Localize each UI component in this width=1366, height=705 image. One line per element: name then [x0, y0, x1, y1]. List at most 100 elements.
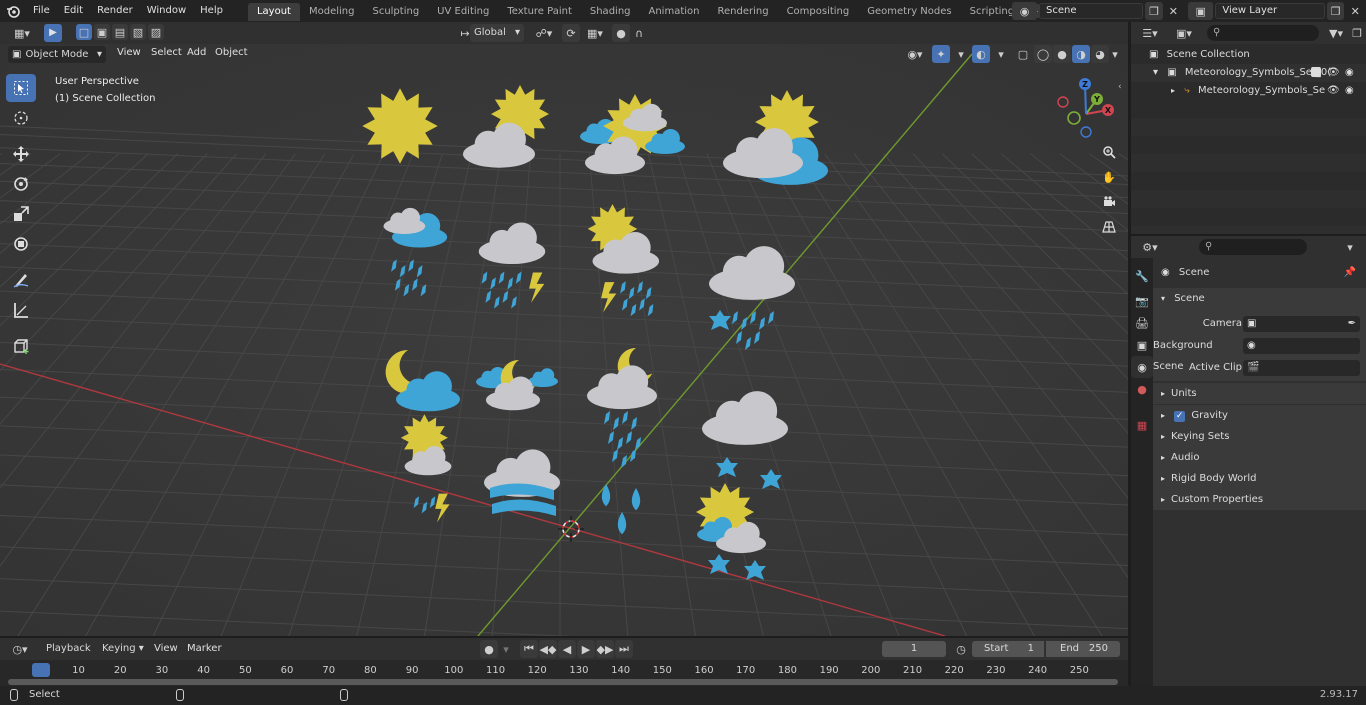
navigation-gizmo[interactable]: X Y Z	[1050, 72, 1122, 144]
prev-keyframe-icon[interactable]: ◀◆	[539, 640, 557, 658]
menu-file[interactable]: File	[26, 0, 57, 22]
preview-range-icon[interactable]: ◷	[952, 640, 970, 658]
measure-tool-icon[interactable]	[6, 296, 36, 324]
overlays-dropdown-icon[interactable]: ▾	[992, 45, 1010, 63]
display-mode-icon[interactable]: ▣▾	[1171, 24, 1197, 42]
select-extend-icon[interactable]: ▣	[94, 24, 110, 40]
viewport-menu-view[interactable]: View	[110, 43, 148, 63]
render-tab-icon[interactable]: 📷	[1131, 290, 1153, 312]
view-layer-tab-icon[interactable]: ▣	[1131, 334, 1153, 356]
area-divider[interactable]	[1128, 22, 1131, 686]
annotate-tool-icon[interactable]	[6, 266, 36, 294]
tab-rendering[interactable]: Rendering	[708, 3, 777, 21]
tab-shading[interactable]: Shading	[581, 3, 640, 21]
rotate-tool-icon[interactable]	[6, 170, 36, 198]
cursor-tool-icon[interactable]	[6, 104, 36, 132]
ortho-toggle-icon[interactable]	[1098, 216, 1120, 238]
play-reverse-icon[interactable]: ◀	[558, 640, 576, 658]
render-camera-icon[interactable]: ◉	[1345, 64, 1354, 82]
tab-uv-editing[interactable]: UV Editing	[428, 3, 498, 21]
scene-section-header[interactable]: ▾ Scene	[1153, 288, 1366, 309]
sidebar-toggle-icon[interactable]: ‹	[1118, 82, 1122, 92]
keying-dropdown-icon[interactable]: ▾	[499, 640, 513, 658]
view-layer-name-field[interactable]: View Layer	[1215, 3, 1325, 19]
pan-hand-icon[interactable]: ✋	[1098, 166, 1120, 188]
custom-properties-panel-header[interactable]: ▸ Custom Properties	[1153, 489, 1366, 510]
visibility-eye-icon[interactable]: 👁	[1327, 64, 1340, 82]
new-collection-icon[interactable]: ❐	[1349, 24, 1365, 42]
properties-options-icon[interactable]: ▾	[1341, 238, 1359, 256]
gizmo-toggle-icon[interactable]: ✦	[932, 45, 950, 63]
rigid-body-world-panel-header[interactable]: ▸ Rigid Body World	[1153, 468, 1366, 489]
auto-keying-icon[interactable]: ●	[480, 640, 498, 658]
proportional-edit-icon[interactable]: ●	[612, 24, 630, 42]
scene-name-field[interactable]: Scene	[1039, 3, 1144, 19]
select-subtract-icon[interactable]: ▤	[112, 24, 128, 40]
wireframe-shading-icon[interactable]: ◯	[1034, 45, 1052, 63]
jump-start-icon[interactable]: ⏮	[520, 640, 538, 658]
snap-icon[interactable]: ⟳	[562, 24, 580, 42]
tab-layout[interactable]: Layout	[247, 3, 300, 21]
material-shading-icon[interactable]: ◑	[1072, 45, 1090, 63]
include-checkbox-icon[interactable]	[1311, 67, 1321, 77]
scene-selector[interactable]: ◉ Scene ❐ ✕	[1012, 2, 1182, 20]
expand-arrow-icon[interactable]: ▾	[1153, 67, 1158, 78]
timeline-editor-type-icon[interactable]: ◷▾	[6, 640, 34, 658]
timeline-marker-menu[interactable]: Marker	[180, 638, 229, 660]
gravity-panel-header[interactable]: ▸ ✓ Gravity	[1153, 405, 1366, 426]
start-frame-field[interactable]: Start 1	[972, 641, 1044, 657]
select-new-icon[interactable]: □	[76, 24, 92, 40]
transform-tool-icon[interactable]	[6, 230, 36, 258]
current-frame-field[interactable]: 1	[882, 641, 946, 657]
overlays-toggle-icon[interactable]: ◐	[972, 45, 990, 63]
tab-geometry-nodes[interactable]: Geometry Nodes	[858, 3, 960, 21]
select-intersect-icon[interactable]: ▨	[148, 24, 164, 40]
filter-icon[interactable]: ▼▾	[1323, 24, 1349, 42]
gravity-checkbox[interactable]: ✓	[1174, 411, 1186, 422]
output-tab-icon[interactable]: 🖨	[1131, 312, 1153, 334]
keying-sets-panel-header[interactable]: ▸ Keying Sets	[1153, 426, 1366, 447]
render-camera-icon[interactable]: ◉	[1345, 82, 1354, 100]
object-mode-dropdown[interactable]: ▣ Object Mode ▾	[8, 46, 106, 63]
shading-dropdown-icon[interactable]: ▾	[1106, 45, 1124, 63]
play-icon[interactable]: ▶	[577, 640, 595, 658]
outliner-item-collection[interactable]: ▾ ▣ Meteorology_Symbols_Set_0( 👁 ◉	[1131, 64, 1366, 82]
camera-view-icon[interactable]	[1098, 191, 1120, 213]
delete-view-layer-icon[interactable]: ✕	[1346, 2, 1364, 20]
timeline-scrollbar[interactable]	[8, 679, 1118, 685]
editor-type-icon[interactable]: ▦▾	[8, 24, 36, 42]
playback-menu[interactable]: Playback ▾	[40, 640, 96, 672]
select-invert-icon[interactable]: ▧	[130, 24, 146, 40]
active-clip-field[interactable]: 🎬	[1243, 360, 1360, 376]
orientation-dropdown[interactable]: Global ▾	[470, 24, 524, 42]
tab-compositing[interactable]: Compositing	[778, 3, 859, 21]
eyedropper-icon[interactable]: ✒	[1348, 316, 1356, 332]
menu-render[interactable]: Render	[90, 0, 140, 22]
expand-arrow-icon[interactable]: ▸	[1171, 86, 1175, 95]
next-keyframe-icon[interactable]: ◆▶	[596, 640, 614, 658]
menu-edit[interactable]: Edit	[57, 0, 90, 22]
tab-sculpting[interactable]: Sculpting	[363, 3, 428, 21]
visibility-eye-icon[interactable]: 👁	[1327, 82, 1340, 100]
jump-end-icon[interactable]: ⏭	[615, 640, 633, 658]
scale-tool-icon[interactable]	[6, 200, 36, 228]
background-scene-field[interactable]: ◉	[1243, 338, 1360, 354]
move-tool-icon[interactable]	[6, 140, 36, 168]
snap-target-icon[interactable]: ▦▾	[582, 24, 608, 42]
menu-help[interactable]: Help	[193, 0, 230, 22]
3d-viewport[interactable]: User Perspective (1) Scene Collection X …	[0, 44, 1128, 636]
outliner-scene-collection[interactable]: ▣ Scene Collection	[1131, 46, 1366, 64]
viewport-menu-object[interactable]: Object	[208, 43, 255, 63]
new-view-layer-icon[interactable]: ❐	[1326, 2, 1345, 20]
gizmo-dropdown-icon[interactable]: ▾	[952, 45, 970, 63]
zoom-icon[interactable]	[1098, 141, 1120, 163]
tab-animation[interactable]: Animation	[640, 3, 709, 21]
texture-tab-icon[interactable]: ▦	[1131, 414, 1153, 436]
pivot-icon[interactable]: ☍▾	[530, 24, 558, 42]
add-cube-tool-icon[interactable]	[6, 332, 36, 360]
tab-modeling[interactable]: Modeling	[300, 3, 364, 21]
units-panel-header[interactable]: ▸ Units	[1153, 383, 1366, 404]
camera-field[interactable]: ▣ ✒	[1243, 316, 1360, 332]
select-tool-icon[interactable]: ▶	[44, 24, 62, 42]
pin-icon[interactable]: 📌	[1344, 262, 1356, 283]
